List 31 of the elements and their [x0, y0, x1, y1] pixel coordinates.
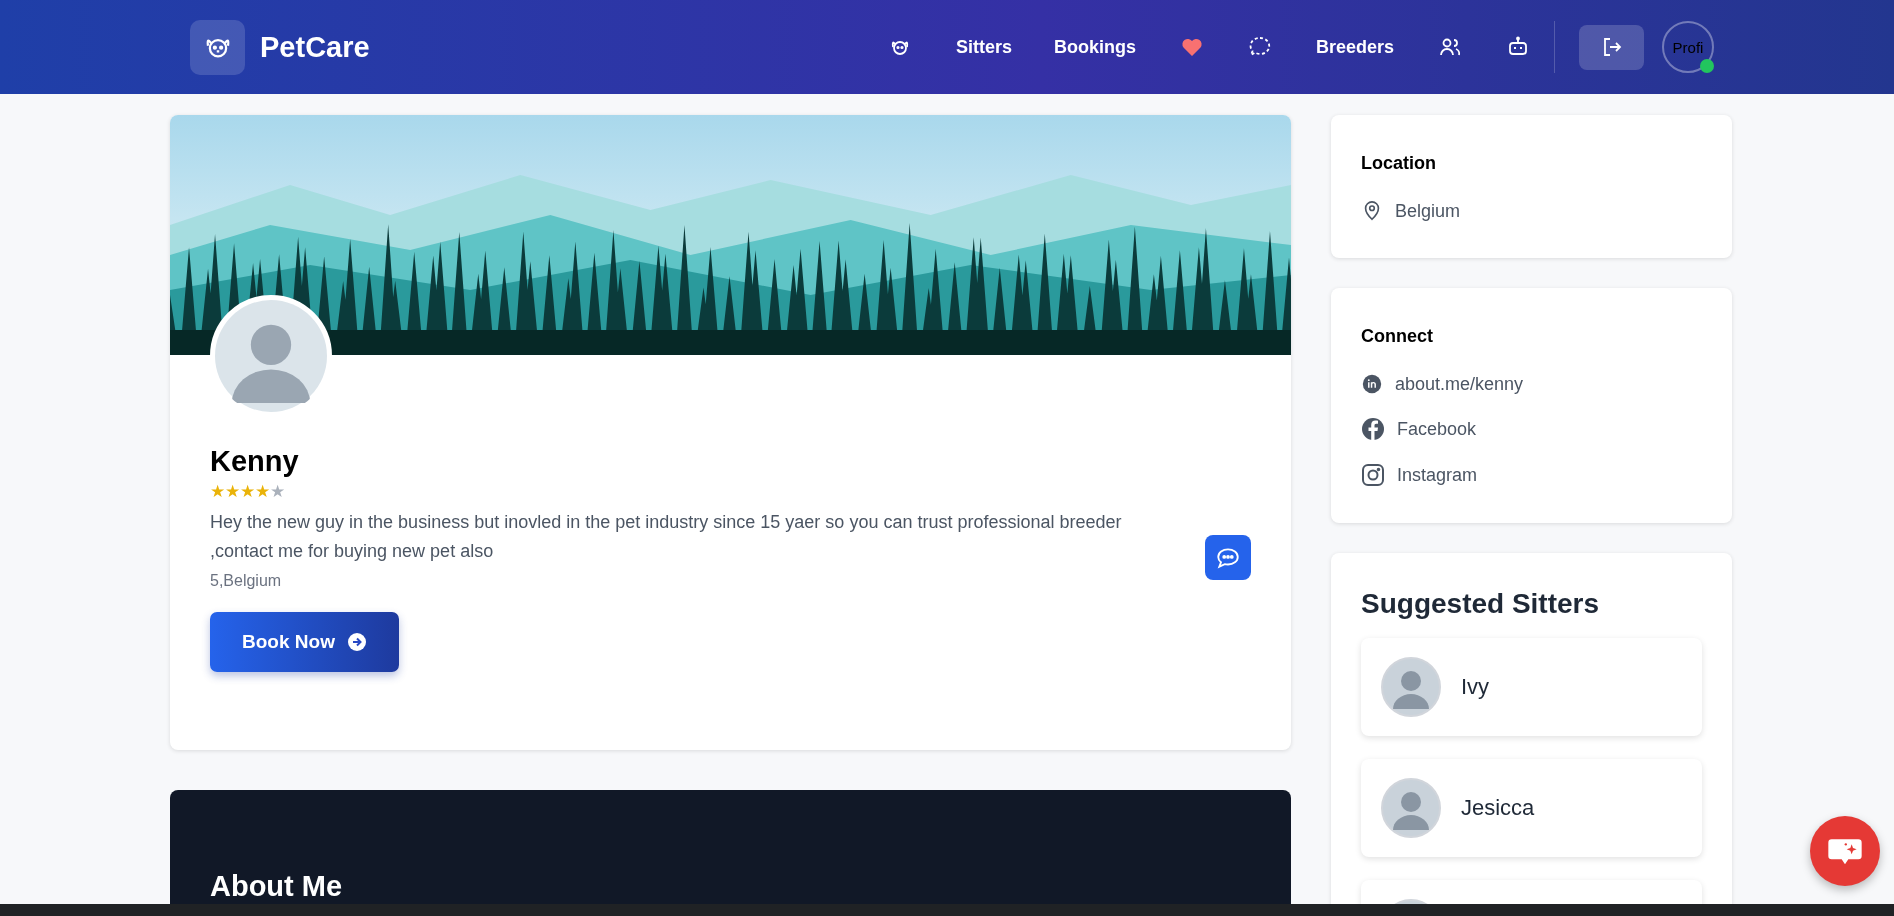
message-button[interactable] [1205, 535, 1251, 580]
social-link[interactable]: Facebook [1397, 418, 1477, 440]
facebook-icon [1361, 417, 1385, 441]
brand-name: PetCare [260, 30, 370, 64]
sitter-card[interactable]: Jesicca [1361, 759, 1702, 857]
location-text: Belgium [1395, 200, 1461, 222]
card-title: Connect [1361, 326, 1434, 347]
social-link[interactable]: Instagram [1397, 464, 1478, 486]
book-now-button[interactable]: Book Now [210, 612, 399, 672]
sitter-name: Ivy [1461, 674, 1490, 700]
logout-button[interactable] [1579, 24, 1644, 70]
paw-logo-icon[interactable] [190, 19, 245, 75]
arrow-right-circle-icon [346, 632, 367, 652]
instagram-icon [1361, 463, 1385, 487]
star-rating: ★★★★★ [210, 482, 286, 502]
card-title: Location [1361, 153, 1437, 174]
social-link[interactable]: about.me/kenny [1395, 373, 1524, 395]
linkedin-icon [1361, 373, 1383, 395]
ai-chat-button[interactable] [1810, 816, 1880, 886]
avatar-placeholder [1381, 657, 1441, 717]
nav-link[interactable]: Sitters [955, 36, 1012, 58]
profile-address: 5,Belgium [210, 572, 283, 590]
profile-bio: Hey the new guy in the business but inovled in the pet industry since 15 yaer so you can trust professional breeder ,contact me for buying new pet also [210, 511, 1123, 563]
avatar-placeholder [1381, 778, 1441, 838]
sitter-card[interactable]: Ivy [1361, 638, 1702, 736]
section-title: Suggested Sitters [1361, 588, 1601, 620]
profile-name: Kenny [210, 445, 300, 478]
sitter-name: Jesicca [1461, 795, 1535, 821]
nav-link[interactable]: Breeders [1315, 36, 1394, 58]
about-title: About Me [210, 870, 344, 903]
nav-link[interactable]: Bookings [1053, 36, 1136, 58]
